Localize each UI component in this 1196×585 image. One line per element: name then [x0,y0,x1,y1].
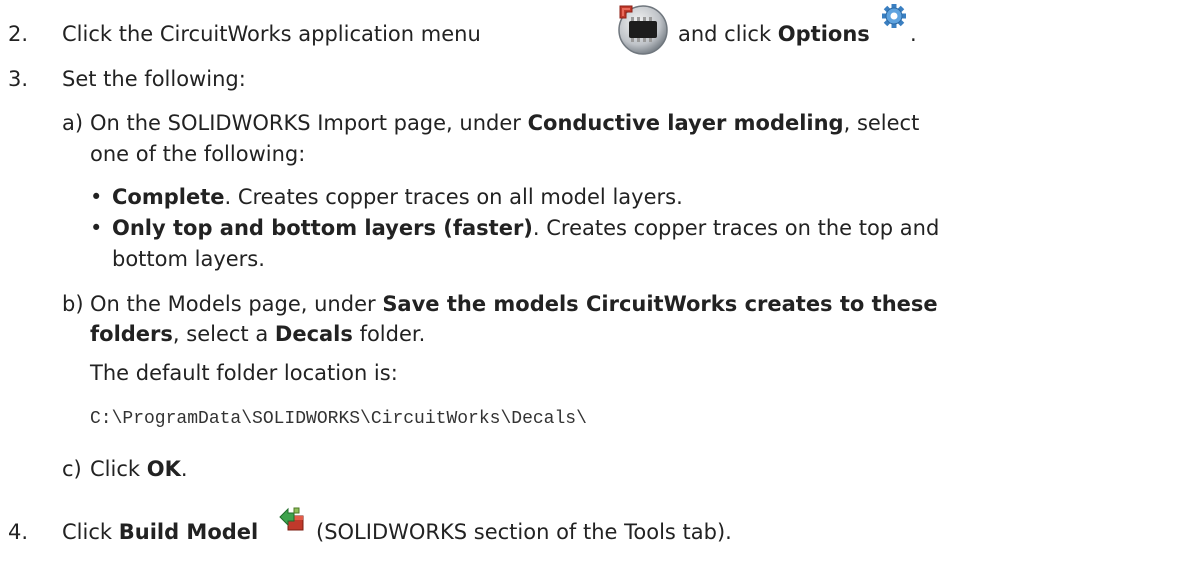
step-4-line: Click Build Model [62,520,258,544]
step-4-number: 4. [8,520,29,544]
options-label: Options [777,22,870,46]
step-3a-pre: On the SOLIDWORKS Import page, under [90,111,521,135]
step-3a-label: a) [62,111,84,135]
bullet-top-bottom: • Only top and bottom layers (faster). Cr… [90,216,939,240]
step-3a-post: , select [843,111,920,135]
build-model-icon[interactable] [277,504,307,534]
step-3b-mid: , select a [172,322,269,346]
step-3b-post: folder. [352,322,426,346]
step-2-number: 2. [8,22,29,46]
step-2-text-continued: and click Options [678,22,870,46]
step-3c-post: . [180,457,188,481]
bullet-dot: • [90,185,103,209]
conductive-layer-label: Conductive layer modeling [527,111,844,135]
step-2-end: . [910,22,917,46]
complete-label: Complete [112,185,225,209]
build-model-label: Build Model [118,520,259,544]
step-3a-line2: one of the following: [90,142,306,166]
step-3c-pre: Click [90,457,141,481]
bullet-complete: • Complete. Creates copper traces on all … [90,185,683,209]
step-3a-line1: On the SOLIDWORKS Import page, under Con… [90,111,919,135]
step-4-pre: Click [62,520,113,544]
step-4-post: (SOLIDWORKS section of the Tools tab). [316,520,732,544]
step-3c-label: c) [62,457,82,481]
folders-label: folders [90,322,173,346]
top-bottom-text: . Creates copper traces on the top and [532,216,940,240]
bullet-dot: • [90,216,103,240]
step-3-number: 3. [8,67,29,91]
save-models-label: Save the models CircuitWorks creates to … [382,292,938,316]
step-3b-line2: folders, select a Decals folder. [90,322,425,346]
step-3c-line: Click OK. [90,457,188,481]
default-folder-path: C:\ProgramData\SOLIDWORKS\CircuitWorks\D… [90,409,587,429]
step-3b-pre: On the Models page, under [90,292,376,316]
top-bottom-continued: bottom layers. [112,247,265,271]
decals-label: Decals [274,322,353,346]
step-2-text: Click the CircuitWorks application menu [62,22,481,46]
step-3b-note: The default folder location is: [90,361,398,385]
circuitworks-chip-icon[interactable] [612,0,672,56]
complete-text: . Creates copper traces on all model lay… [224,185,683,209]
step-3b-label: b) [62,292,84,316]
step-3-text: Set the following: [62,67,246,91]
step-3b-line1: On the Models page, under Save the model… [90,292,938,316]
top-bottom-label: Only top and bottom layers (faster) [112,216,533,240]
step-2-pre: Click the CircuitWorks application menu [62,22,481,46]
gear-icon[interactable] [880,2,908,30]
ok-label: OK [146,457,181,481]
step-2-mid: and click [678,22,772,46]
